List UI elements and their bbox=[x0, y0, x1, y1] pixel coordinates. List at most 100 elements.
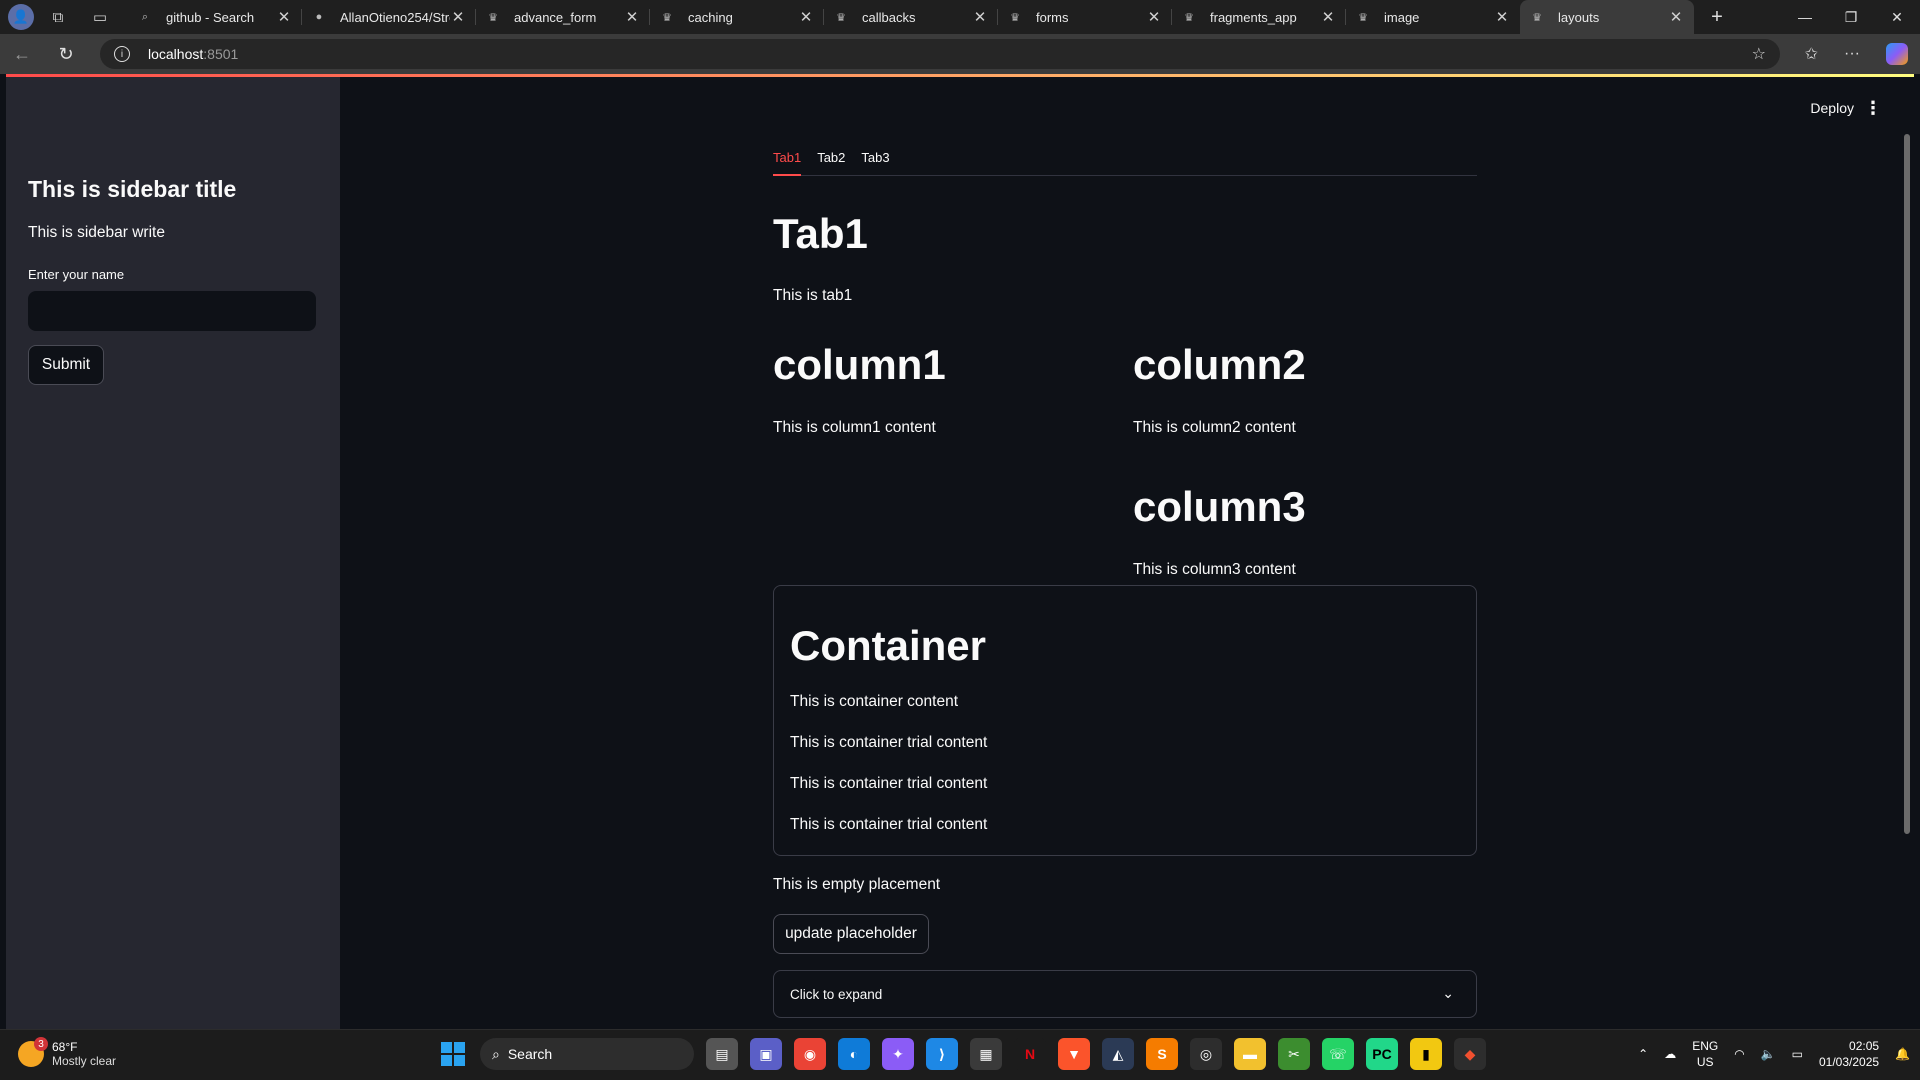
taskbar: 3 68°F Mostly clear ⌕ Search ▤ ▣ ◉ ◐ ✦ ⟩ … bbox=[0, 1029, 1920, 1080]
whatsapp-icon[interactable]: ☏ bbox=[1322, 1038, 1354, 1070]
taskbar-search-label: Search bbox=[507, 1046, 553, 1062]
browser-tab[interactable]: ⌕ github - Search ✕ bbox=[128, 0, 302, 34]
tab-title: caching bbox=[688, 9, 733, 25]
obs-icon[interactable]: ◎ bbox=[1190, 1038, 1222, 1070]
edge-icon[interactable]: ◐ bbox=[838, 1038, 870, 1070]
column1-text: This is column1 content bbox=[773, 419, 936, 436]
tab-tab3[interactable]: Tab3 bbox=[861, 148, 889, 176]
column-1: column1 This is column1 content bbox=[773, 341, 1113, 437]
streamlit-icon: ♛ bbox=[488, 11, 498, 24]
browser-tab[interactable]: ♛ forms ✕ bbox=[998, 0, 1172, 34]
store-icon[interactable]: ▦ bbox=[970, 1038, 1002, 1070]
wifi-icon[interactable]: ◠ bbox=[1734, 1047, 1744, 1061]
column3-heading: column3 bbox=[1133, 483, 1306, 530]
close-icon[interactable]: ✕ bbox=[972, 8, 988, 26]
clock[interactable]: 02:05 01/03/2025 bbox=[1819, 1038, 1879, 1070]
main-menu-icon[interactable]: ⋮ bbox=[1864, 98, 1882, 119]
browser-tab-active[interactable]: ♛ layouts ✕ bbox=[1520, 0, 1694, 34]
close-icon[interactable]: ✕ bbox=[450, 8, 466, 26]
expander-label: Click to expand bbox=[790, 986, 883, 1002]
git-icon[interactable]: ◆ bbox=[1454, 1038, 1486, 1070]
reload-icon[interactable]: ↻ bbox=[44, 44, 88, 65]
task-view-icon[interactable]: ▤ bbox=[706, 1038, 738, 1070]
language-indicator[interactable]: ENG US bbox=[1692, 1038, 1718, 1070]
netflix-icon[interactable]: N bbox=[1014, 1038, 1046, 1070]
onedrive-icon[interactable]: ☁ bbox=[1664, 1047, 1676, 1061]
close-icon[interactable]: ✕ bbox=[1668, 8, 1684, 26]
tab-tab2[interactable]: Tab2 bbox=[817, 148, 845, 176]
url-field[interactable]: i localhost:8501 ☆ bbox=[100, 39, 1780, 69]
bordered-container: Container This is container content This… bbox=[773, 585, 1477, 856]
close-window-icon[interactable]: ✕ bbox=[1874, 0, 1920, 34]
taskbar-search[interactable]: ⌕ Search bbox=[480, 1038, 694, 1070]
tab-actions-icon[interactable]: ▭ bbox=[86, 3, 114, 31]
copilot-app-icon[interactable]: ✦ bbox=[882, 1038, 914, 1070]
weather-widget[interactable]: 3 68°F Mostly clear bbox=[18, 1037, 116, 1068]
scrollbar[interactable] bbox=[1904, 134, 1910, 834]
notification-bell-icon[interactable]: 🔔 bbox=[1895, 1047, 1910, 1061]
windows-start-icon[interactable] bbox=[438, 1039, 468, 1069]
restore-icon[interactable]: ❐ bbox=[1828, 0, 1874, 34]
close-icon[interactable]: ✕ bbox=[798, 8, 814, 26]
volume-icon[interactable]: 🔈 bbox=[1761, 1047, 1776, 1061]
window-controls: — ❐ ✕ bbox=[1782, 0, 1920, 34]
browser-tab[interactable]: ♛ fragments_app ✕ bbox=[1172, 0, 1346, 34]
streamlit-icon: ♛ bbox=[836, 11, 846, 24]
name-input[interactable] bbox=[28, 291, 316, 331]
url-host: localhost bbox=[148, 46, 204, 62]
browser-tab[interactable]: ● AllanOtieno254/Strea✕ bbox=[302, 0, 476, 34]
tab-title: AllanOtieno254/Strea bbox=[340, 9, 450, 25]
teams-icon[interactable]: ▣ bbox=[750, 1038, 782, 1070]
mysql-icon[interactable]: ◭ bbox=[1102, 1038, 1134, 1070]
battery-icon[interactable]: ▭ bbox=[1792, 1047, 1803, 1061]
snipping-tool-icon[interactable]: ✂ bbox=[1278, 1038, 1310, 1070]
url-port: :8501 bbox=[203, 46, 239, 62]
container-line: This is container trial content bbox=[790, 816, 988, 833]
temperature: 68°F bbox=[52, 1040, 78, 1054]
close-icon[interactable]: ✕ bbox=[1320, 8, 1336, 26]
close-icon[interactable]: ✕ bbox=[276, 8, 292, 26]
sidebar: This is sidebar title This is sidebar wr… bbox=[6, 77, 340, 1029]
back-icon[interactable]: ← bbox=[0, 44, 44, 65]
weather-icon: 3 bbox=[18, 1037, 48, 1067]
update-placeholder-button[interactable]: update placeholder bbox=[773, 914, 929, 954]
vscode-icon[interactable]: ⟩ bbox=[926, 1038, 958, 1070]
submit-button[interactable]: Submit bbox=[28, 345, 104, 385]
column3-text: This is column3 content bbox=[1133, 561, 1296, 578]
tab-title: image bbox=[1384, 9, 1420, 25]
container-line: This is container trial content bbox=[790, 775, 988, 792]
favorites-icon[interactable]: ✩ bbox=[1805, 44, 1818, 64]
favorite-star-icon[interactable]: ☆ bbox=[1752, 44, 1766, 64]
expander[interactable]: Click to expand ⌄ bbox=[773, 970, 1477, 1018]
tab-list: Tab1 Tab2 Tab3 bbox=[773, 148, 1477, 176]
chevron-up-icon[interactable]: ⌃ bbox=[1638, 1047, 1648, 1061]
chrome-icon[interactable]: ◉ bbox=[794, 1038, 826, 1070]
minimize-icon[interactable]: — bbox=[1782, 0, 1828, 34]
tab-heading: Tab1 bbox=[773, 210, 868, 257]
container-line: This is container content bbox=[790, 693, 959, 710]
browser-tab[interactable]: ♛ image ✕ bbox=[1346, 0, 1520, 34]
powerbi-icon[interactable]: ▮ bbox=[1410, 1038, 1442, 1070]
pycharm-icon[interactable]: PC bbox=[1366, 1038, 1398, 1070]
file-explorer-icon[interactable]: ▬ bbox=[1234, 1038, 1266, 1070]
workspaces-icon[interactable]: ⧉ bbox=[44, 3, 72, 31]
deploy-button[interactable]: Deploy bbox=[1810, 100, 1854, 116]
tab-tab1[interactable]: Tab1 bbox=[773, 148, 802, 176]
browser-tab[interactable]: ♛ callbacks ✕ bbox=[824, 0, 998, 34]
new-tab-button[interactable]: + bbox=[1700, 6, 1734, 29]
streamlit-icon: ♛ bbox=[1184, 11, 1194, 24]
browser-toolbar-right: ✩ ··· bbox=[1805, 34, 1908, 74]
copilot-icon[interactable] bbox=[1886, 43, 1908, 65]
browser-tab[interactable]: ♛ caching ✕ bbox=[650, 0, 824, 34]
sublime-icon[interactable]: S bbox=[1146, 1038, 1178, 1070]
browser-tab[interactable]: ♛ advance_form ✕ bbox=[476, 0, 650, 34]
tab-text: This is tab1 bbox=[773, 287, 853, 304]
region-code: US bbox=[1696, 1055, 1714, 1069]
profile-avatar[interactable]: 👤 bbox=[8, 4, 34, 30]
info-icon[interactable]: i bbox=[114, 46, 130, 62]
more-options-icon[interactable]: ··· bbox=[1844, 45, 1860, 63]
close-icon[interactable]: ✕ bbox=[1146, 8, 1162, 26]
brave-icon[interactable]: ▼ bbox=[1058, 1038, 1090, 1070]
close-icon[interactable]: ✕ bbox=[624, 8, 640, 26]
close-icon[interactable]: ✕ bbox=[1494, 8, 1510, 26]
